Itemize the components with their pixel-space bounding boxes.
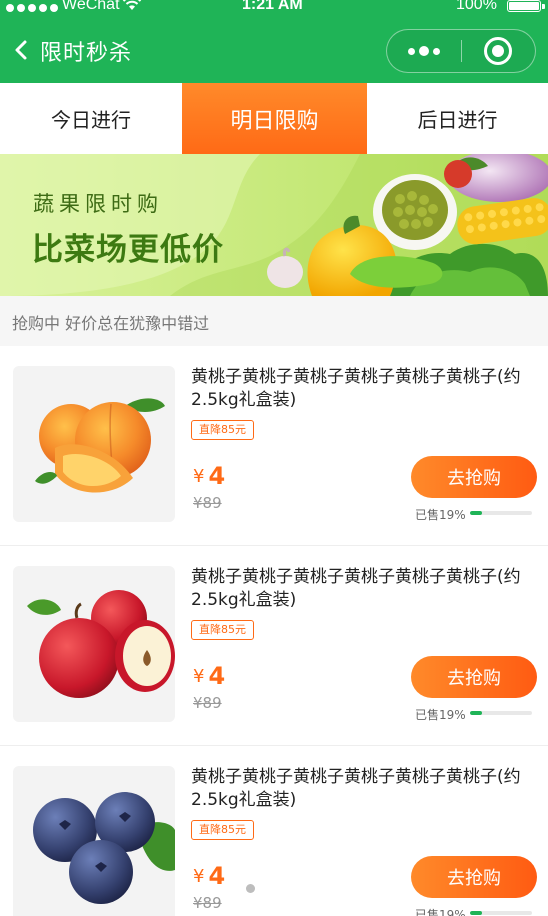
original-price: ¥89 xyxy=(193,494,222,512)
buy-now-button[interactable]: 去抢购 xyxy=(411,656,537,698)
sale-price: ¥4 xyxy=(193,462,225,490)
sold-progress-bar xyxy=(470,711,532,715)
sold-progress-bar xyxy=(470,911,532,915)
product-card[interactable]: 黄桃子黄桃子黄桃子黄桃子黄桃子黄桃子(约2.5kg礼盒装) 直降85元 ¥4 ¥… xyxy=(0,546,548,746)
currency-symbol: ¥ xyxy=(193,466,205,487)
currency-symbol: ¥ xyxy=(193,666,205,687)
blueberry-image[interactable] xyxy=(13,766,175,916)
battery-icon xyxy=(507,0,545,12)
status-bar: WeChat 1:21 AM 100% xyxy=(0,0,548,15)
banner-headline: 比菜场更低价 xyxy=(32,232,224,268)
carrier-name: WeChat xyxy=(62,0,120,13)
sale-price: ¥4 xyxy=(193,862,225,890)
more-icon[interactable] xyxy=(387,30,461,72)
product-card[interactable]: 黄桃子黄桃子黄桃子黄桃子黄桃子黄桃子(约2.5kg礼盒装) 直降85元 ¥4 ¥… xyxy=(0,746,548,916)
subtitle-text: 抢购中 好价总在犹豫中错过 xyxy=(12,314,210,333)
capsule-divider xyxy=(461,40,462,62)
peach-image[interactable] xyxy=(13,366,175,522)
discount-tag: 直降85元 xyxy=(191,620,254,640)
wifi-icon xyxy=(122,0,142,10)
sold-percent: 已售19% xyxy=(415,508,466,522)
price-value: 4 xyxy=(208,462,226,490)
close-mini-program-icon[interactable] xyxy=(484,37,512,65)
nav-bar: 限时秒杀 xyxy=(0,15,548,83)
section-subtitle: 抢购中 好价总在犹豫中错过 xyxy=(0,296,548,346)
original-price: ¥89 xyxy=(193,894,222,912)
discount-tag: 直降85元 xyxy=(191,820,254,840)
discount-tag: 直降85元 xyxy=(191,420,254,440)
mini-program-capsule xyxy=(386,29,536,73)
tab-tomorrow[interactable]: 明日限购 xyxy=(182,83,367,154)
sold-percent: 已售19% xyxy=(415,708,466,722)
battery-percent: 100% xyxy=(456,0,497,13)
price-value: 4 xyxy=(208,662,226,690)
clock: 1:21 AM xyxy=(242,0,303,13)
buy-now-button[interactable]: 去抢购 xyxy=(411,856,537,898)
apple-image[interactable] xyxy=(13,566,175,722)
buy-now-button[interactable]: 去抢购 xyxy=(411,456,537,498)
product-name[interactable]: 黄桃子黄桃子黄桃子黄桃子黄桃子黄桃子(约2.5kg礼盒装) xyxy=(191,766,541,812)
sale-price: ¥4 xyxy=(193,662,225,690)
day-tabs: 今日进行 明日限购 后日进行 xyxy=(0,83,548,154)
product-name[interactable]: 黄桃子黄桃子黄桃子黄桃子黄桃子黄桃子(约2.5kg礼盒装) xyxy=(191,366,541,412)
product-name[interactable]: 黄桃子黄桃子黄桃子黄桃子黄桃子黄桃子(约2.5kg礼盒装) xyxy=(191,566,541,612)
price-value: 4 xyxy=(208,862,226,890)
sold-percent: 已售19% xyxy=(415,908,466,916)
sold-progress-bar xyxy=(470,511,532,515)
tab-day-after[interactable]: 后日进行 xyxy=(367,83,548,154)
banner-tagline: 蔬果限时购 xyxy=(33,192,163,216)
signal-icon xyxy=(6,0,58,15)
tab-today[interactable]: 今日进行 xyxy=(0,83,182,154)
product-card[interactable]: 黄桃子黄桃子黄桃子黄桃子黄桃子黄桃子(约2.5kg礼盒装) 直降85元 ¥4 ¥… xyxy=(0,346,548,546)
page-title: 限时秒杀 xyxy=(40,41,133,66)
back-arrow-icon[interactable] xyxy=(10,35,34,65)
currency-symbol: ¥ xyxy=(193,866,205,887)
scroll-indicator-dot xyxy=(246,884,255,893)
promo-banner[interactable]: 蔬果限时购 比菜场更低价 xyxy=(0,154,548,296)
original-price: ¥89 xyxy=(193,694,222,712)
